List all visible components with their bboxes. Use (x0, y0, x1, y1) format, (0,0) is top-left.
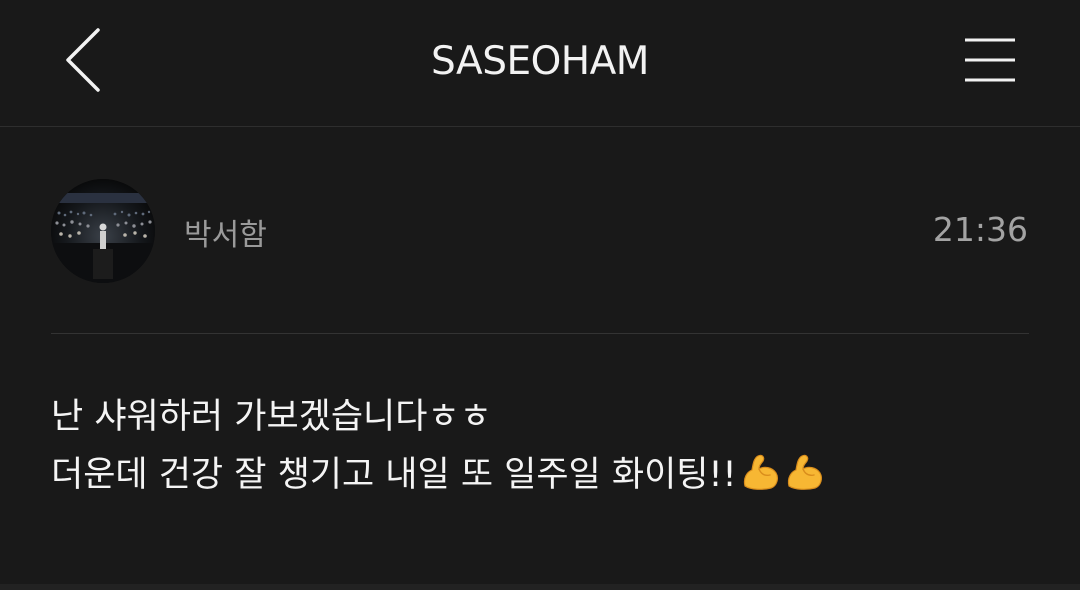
divider (51, 333, 1029, 334)
concert-stage-photo (51, 179, 155, 283)
top-bar: SASEOHAM (0, 0, 1080, 127)
post-timestamp: 21:36 (932, 210, 1028, 249)
author-name: 박서함 (184, 218, 267, 253)
flexed-biceps-icon (743, 454, 778, 490)
message-text: 더운데 건강 잘 챙기고 내일 또 일주일 화이팅!! (51, 455, 737, 495)
hamburger-menu-icon (965, 38, 1015, 82)
page-title: SASEOHAM (431, 39, 649, 84)
avatar[interactable] (51, 179, 155, 283)
message-line: 더운데 건강 잘 챙기고 내일 또 일주일 화이팅!! (51, 446, 1031, 504)
menu-button[interactable] (956, 30, 1026, 92)
message-line: 난 샤워하러 가보겠습니다ㅎㅎ (51, 397, 492, 437)
flexed-biceps-icon (787, 454, 822, 490)
message-body: 난 샤워하러 가보겠습니다ㅎㅎ 더운데 건강 잘 챙기고 내일 또 일주일 화이… (51, 388, 1031, 504)
bottom-edge (0, 584, 1080, 590)
